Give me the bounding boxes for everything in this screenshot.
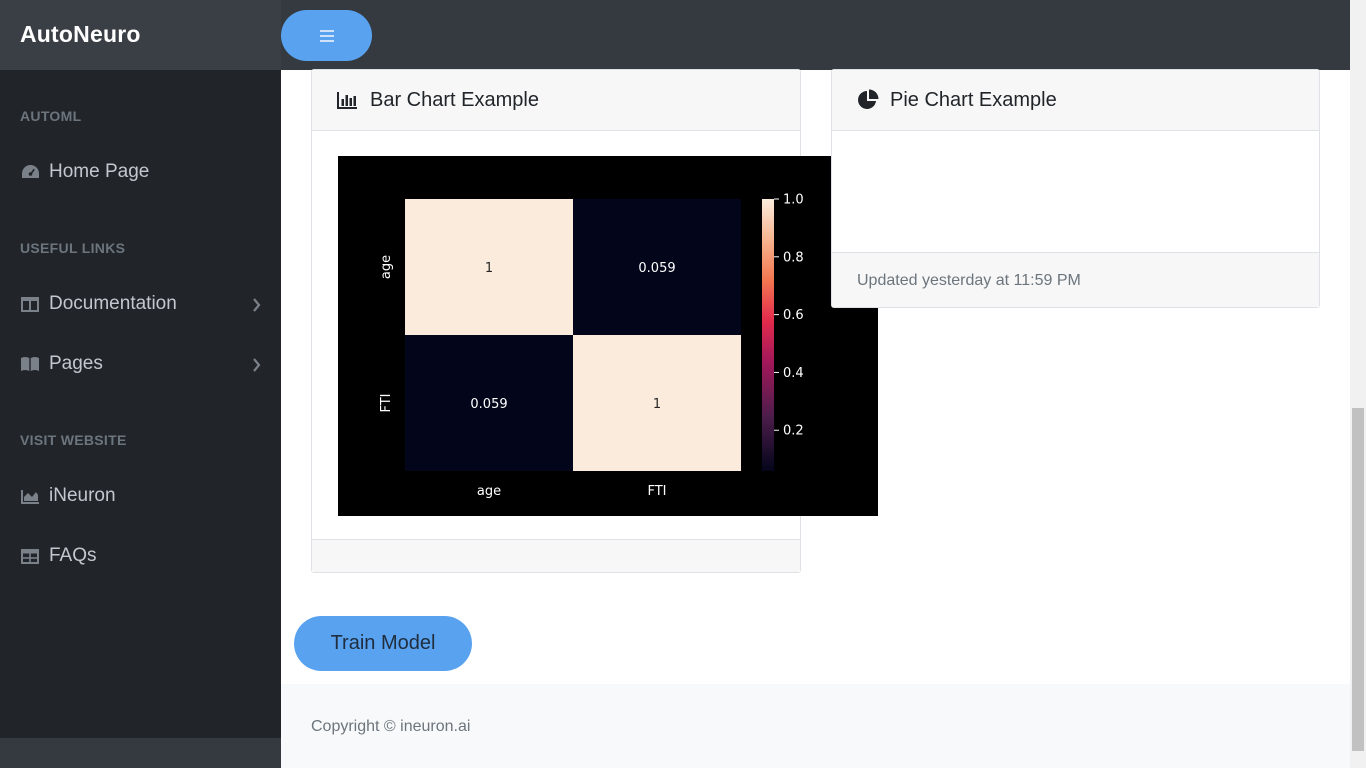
sidebar: AUTOML Home Page USEFUL LINKS Documentat… (0, 70, 281, 768)
colorbar-tick-label: 0.2 (783, 424, 804, 439)
y-tick-label: FTI (379, 393, 394, 412)
sidebar-item-pages[interactable]: Pages (0, 344, 281, 384)
page-footer: Copyright © ineuron.ai (281, 684, 1350, 768)
heatmap-cell-label: 1 (485, 261, 493, 276)
colorbar-tick-label: 0.6 (783, 308, 804, 323)
pie-card-footer: Updated yesterday at 11:59 PM (832, 252, 1319, 307)
x-tick-label: FTI (647, 484, 666, 499)
heatmap-cell-label: 0.059 (470, 397, 507, 412)
pie-chart-card: Pie Chart Example Updated yesterday at 1… (831, 69, 1320, 308)
train-model-button[interactable]: Train Model (294, 616, 472, 671)
sidebar-heading-automl: AUTOML (20, 108, 82, 124)
copyright-text: Copyright © ineuron.ai (311, 718, 471, 735)
vertical-scrollbar[interactable] (1350, 0, 1366, 768)
sidebar-item-label: Pages (49, 353, 103, 374)
sidebar-heading-visit-website: VISIT WEBSITE (20, 432, 127, 448)
table-icon (20, 546, 40, 566)
card-title: Bar Chart Example (370, 88, 539, 111)
sidebar-item-documentation[interactable]: Documentation (0, 284, 281, 324)
hamburger-icon (319, 29, 334, 42)
y-tick-label: age (379, 255, 394, 279)
sidebar-item-faqs[interactable]: FAQs (0, 536, 281, 576)
sidebar-item-ineuron[interactable]: iNeuron (0, 476, 281, 516)
x-tick-label: age (477, 484, 501, 499)
pie-chart-icon (857, 89, 879, 111)
correlation-heatmap: 1 0.059 0.059 1 age FTI age FTI 1.0 0.8 0.6 0.4 0.2 (338, 156, 878, 516)
colorbar-tick-label: 0.4 (783, 366, 804, 381)
chevron-right-icon (252, 356, 261, 378)
sidebar-heading-useful-links: USEFUL LINKS (20, 240, 126, 256)
book-icon (20, 354, 40, 374)
scrollbar-thumb[interactable] (1352, 408, 1364, 751)
sidebar-item-label: Home Page (49, 161, 150, 182)
card-header: Bar Chart Example (312, 70, 800, 131)
sidebar-item-label: Documentation (49, 293, 177, 314)
dashboard-icon (20, 162, 40, 182)
colorbar-tick-label: 0.8 (783, 250, 804, 265)
main-content: Bar Chart Example 1 0.059 0.059 1 age FTI age F… (281, 69, 1350, 684)
heatmap-cell-label: 1 (653, 397, 661, 412)
sidebar-item-label: FAQs (49, 545, 97, 566)
chevron-right-icon (252, 296, 261, 318)
card-title: Pie Chart Example (890, 88, 1057, 111)
area-chart-icon (20, 486, 40, 506)
brand-logo[interactable]: AutoNeuro (0, 0, 281, 70)
colorbar-tick-label: 1.0 (783, 193, 804, 208)
card-header: Pie Chart Example (832, 70, 1319, 131)
bar-chart-icon (337, 89, 359, 111)
heatmap-cell-label: 0.059 (638, 261, 675, 276)
columns-icon (20, 294, 40, 314)
top-navbar: AutoNeuro (0, 0, 1350, 70)
sidebar-footer (0, 738, 281, 768)
sidebar-item-home-page[interactable]: Home Page (0, 152, 281, 192)
sidebar-toggle-button[interactable] (281, 10, 372, 61)
updated-timestamp: Updated yesterday at 11:59 PM (857, 272, 1081, 289)
card-footer (312, 539, 800, 572)
colorbar (762, 199, 774, 471)
sidebar-item-label: iNeuron (49, 485, 116, 506)
